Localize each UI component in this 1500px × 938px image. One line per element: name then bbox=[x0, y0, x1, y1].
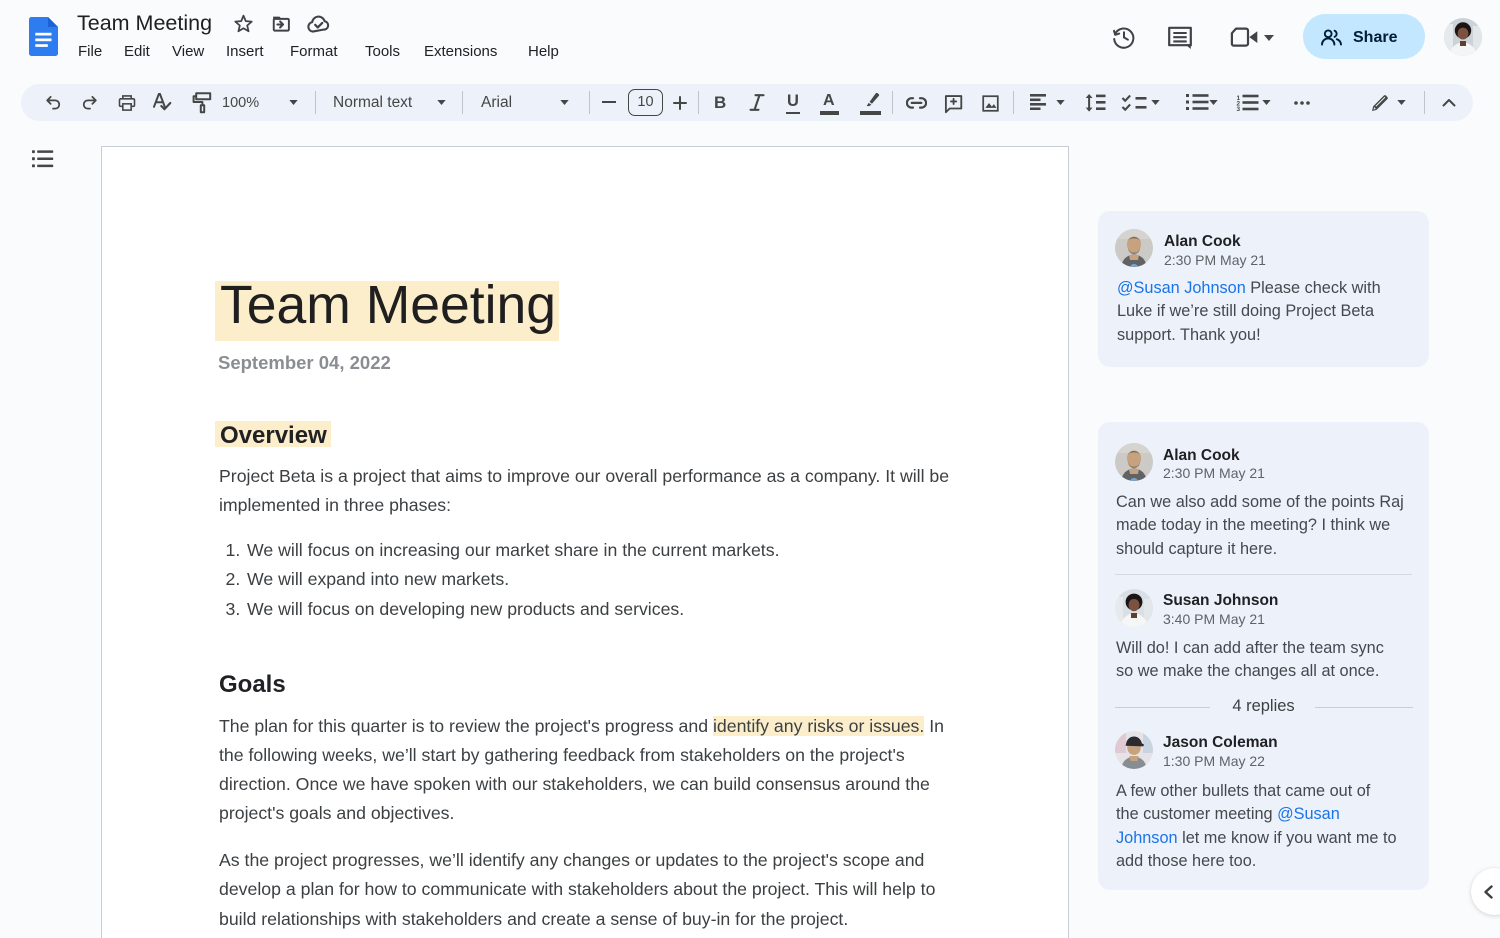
svg-text:3: 3 bbox=[1237, 106, 1241, 111]
